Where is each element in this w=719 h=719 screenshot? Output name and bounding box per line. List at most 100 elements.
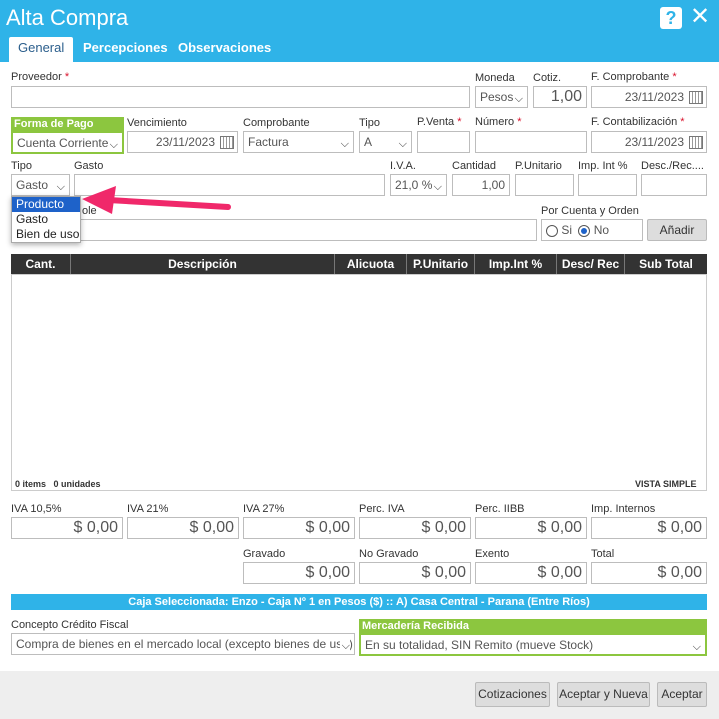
chevron-down-icon: ⌵ — [398, 138, 407, 150]
por-cuenta-radios: Si No — [541, 219, 643, 241]
imp-internos-label: Imp. Internos — [591, 503, 656, 515]
anadir-button[interactable]: Añadir — [647, 219, 707, 241]
pventa-label: P.Venta * — [417, 116, 462, 128]
tipo-label: Tipo — [359, 117, 380, 129]
proveedor-label: Proveedor * — [11, 71, 70, 83]
vencimiento-label: Vencimiento — [127, 117, 187, 129]
f-contabilizacion-label: F. Contabilización * — [591, 116, 685, 128]
iva21-label: IVA 21% — [127, 503, 169, 515]
mercaderia-select[interactable]: En su totalidad, SIN Remito (mueve Stock… — [359, 633, 707, 656]
forma-pago-label: Forma de Pago — [11, 117, 124, 132]
moneda-label: Moneda — [475, 72, 515, 84]
imp-int-label: Imp. Int % — [578, 160, 628, 172]
tipo2-label: Tipo — [11, 160, 32, 172]
desc-rec-label: Desc./Rec.... — [641, 160, 704, 172]
cotizaciones-button[interactable]: Cotizaciones — [475, 682, 550, 707]
calendar-icon[interactable] — [689, 91, 703, 104]
pventa-input[interactable] — [417, 131, 470, 153]
iva27-value: $ 0,00 — [243, 517, 355, 539]
col-punitario[interactable]: P.Unitario — [407, 254, 475, 274]
radio-no[interactable] — [578, 224, 591, 237]
numero-input[interactable] — [475, 131, 587, 153]
items-table-header: Cant. Descripción Alicuota P.Unitario Im… — [11, 254, 707, 274]
caja-banner: Caja Seleccionada: Enzo - Caja Nº 1 en P… — [11, 594, 707, 610]
col-imp-int[interactable]: Imp.Int % — [475, 254, 557, 274]
chevron-down-icon: ⌵ — [56, 181, 65, 193]
imp-internos-value: $ 0,00 — [591, 517, 707, 539]
gravado-value: $ 0,00 — [243, 562, 355, 584]
perc-iibb-value: $ 0,00 — [475, 517, 587, 539]
exento-label: Exento — [475, 548, 510, 560]
radio-si-label: Si — [561, 223, 573, 237]
iva27-label: IVA 27% — [243, 503, 285, 515]
total-value: $ 0,00 — [591, 562, 707, 584]
total-label: Total — [591, 548, 615, 560]
calendar-icon[interactable] — [689, 136, 703, 149]
col-descripcion[interactable]: Descripción — [71, 254, 335, 274]
comprobante-label: Comprobante — [243, 117, 310, 129]
perc-iibb-label: Perc. IIBB — [475, 503, 525, 515]
cantidad-input[interactable]: 1,00 — [452, 174, 510, 196]
dropdown-option-gasto[interactable]: Gasto — [12, 212, 80, 227]
concepto-label: Concepto Crédito Fiscal — [11, 619, 129, 631]
tipo-dropdown: Producto Gasto Bien de uso — [11, 196, 81, 243]
desc-rec-input[interactable] — [641, 174, 707, 196]
col-sub-total[interactable]: Sub Total — [625, 254, 707, 274]
f-contabilizacion-input[interactable]: 23/11/2023 — [591, 131, 707, 153]
imp-int-input[interactable] — [578, 174, 637, 196]
iva-select[interactable]: 21,0 % ⌵ — [390, 174, 447, 196]
chevron-down-icon: ⌵ — [339, 636, 350, 654]
concepto-select[interactable]: Compra de bienes en el mercado local (ex… — [11, 633, 355, 655]
f-comprobante-input[interactable]: 23/11/2023 — [591, 86, 707, 108]
moneda-select[interactable]: Pesos ⌵ — [475, 86, 528, 108]
cotiz-input[interactable]: 1,00 — [533, 86, 587, 108]
perc-iva-label: Perc. IVA — [359, 503, 405, 515]
cantidad-label: Cantidad — [452, 160, 497, 172]
col-alicuota[interactable]: Alicuota — [335, 254, 407, 274]
f-comprobante-label: F. Comprobante * — [591, 71, 677, 83]
iva-label: I.V.A. — [390, 160, 416, 172]
table-footer-counts: 0 items 0 unidades — [15, 479, 101, 489]
iva105-value: $ 0,00 — [11, 517, 123, 539]
exento-value: $ 0,00 — [475, 562, 587, 584]
chevron-down-icon: ⌵ — [340, 138, 349, 150]
imputable-input[interactable] — [11, 219, 537, 241]
chevron-down-icon: ⌵ — [514, 93, 523, 105]
punitario-label: P.Unitario — [515, 160, 562, 172]
tab-general[interactable]: General — [9, 37, 74, 62]
chevron-down-icon: ⌵ — [433, 181, 442, 193]
gravado-label: Gravado — [243, 548, 286, 560]
close-icon[interactable]: ✕ — [690, 4, 710, 30]
aceptar-button[interactable]: Aceptar — [657, 682, 707, 707]
tab-percepciones[interactable]: Percepciones — [74, 37, 177, 62]
numero-label: Número * — [475, 116, 522, 128]
radio-no-label: No — [593, 223, 610, 237]
arrow-annotation — [82, 186, 231, 214]
iva105-label: IVA 10,5% — [11, 503, 62, 515]
tipo-select[interactable]: A ⌵ — [359, 131, 412, 153]
forma-pago-select[interactable]: Cuenta Corriente ⌵ — [11, 131, 124, 154]
tipo2-select[interactable]: Gasto ⌵ — [11, 174, 70, 196]
vista-simple-link[interactable]: VISTA SIMPLE — [635, 479, 697, 489]
aceptar-y-nueva-button[interactable]: Aceptar y Nueva — [557, 682, 650, 707]
radio-si[interactable] — [546, 224, 558, 237]
punitario-input[interactable] — [515, 174, 574, 196]
mercaderia-label: Mercadería Recibida — [359, 619, 707, 634]
comprobante-select[interactable]: Factura ⌵ — [243, 131, 354, 153]
tab-observaciones[interactable]: Observaciones — [169, 37, 280, 62]
vencimiento-input[interactable]: 23/11/2023 — [127, 131, 238, 153]
col-cant[interactable]: Cant. — [11, 254, 71, 274]
dropdown-option-producto[interactable]: Producto — [12, 197, 80, 212]
cotiz-label: Cotiz. — [533, 72, 562, 84]
gasto-label: Gasto — [74, 160, 104, 172]
dropdown-option-bien-de-uso[interactable]: Bien de uso — [12, 227, 80, 242]
items-table-body[interactable] — [11, 274, 707, 491]
col-desc-rec[interactable]: Desc/ Rec — [557, 254, 625, 274]
proveedor-input[interactable] — [11, 86, 470, 108]
chevron-down-icon: ⌵ — [107, 135, 118, 152]
calendar-icon[interactable] — [220, 136, 234, 149]
help-icon[interactable]: ? — [660, 7, 682, 29]
window-title: Alta Compra — [6, 5, 129, 30]
no-gravado-value: $ 0,00 — [359, 562, 471, 584]
chevron-down-icon: ⌵ — [692, 641, 701, 653]
